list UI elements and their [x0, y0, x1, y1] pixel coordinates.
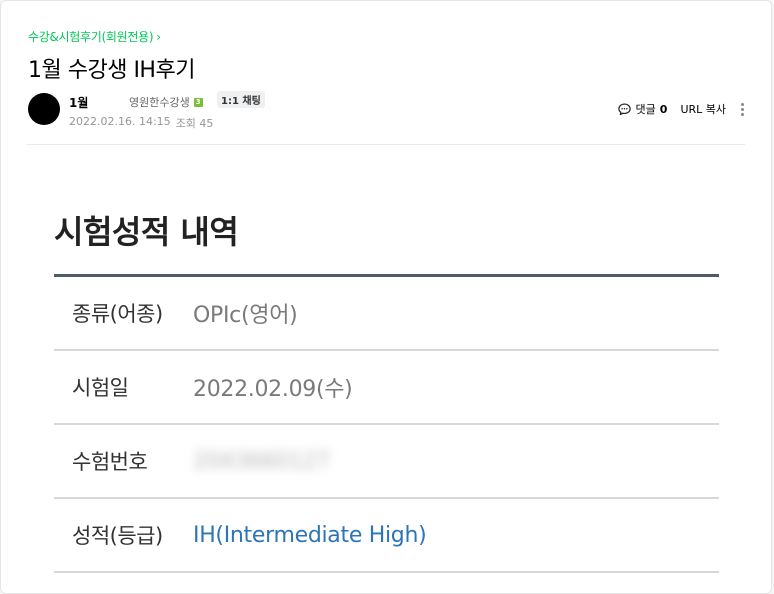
row-label: 종류(어종) [72, 302, 163, 326]
comment-count: 0 [659, 102, 668, 116]
avatar[interactable] [28, 93, 60, 125]
result-row-exam-number: 수험번호 2043660127 [54, 425, 719, 499]
post-meta: 2022.02.16. 14:15 조회 45 [69, 115, 213, 131]
level-badge-icon: 3 [193, 97, 203, 107]
row-label: 시험일 [72, 376, 129, 400]
post-date: 2022.02.16. 14:15 [69, 115, 171, 128]
row-value: 2043660127 [193, 448, 330, 474]
grade-label: 영원한수강생 [129, 96, 190, 109]
exam-result-image: 시험성적 내역 종류(어종) OPIc(영어) 시험일 2022.02.09(수… [27, 165, 747, 593]
result-row-date: 시험일 2022.02.09(수) [54, 351, 719, 425]
url-copy-button[interactable]: URL 복사 [680, 101, 726, 117]
row-label: 수험번호 [72, 450, 148, 474]
comment-label: 댓글 [635, 103, 656, 116]
row-value: IH(Intermediate High) [193, 522, 427, 548]
comment-bubble-icon [617, 102, 631, 115]
header-divider [27, 144, 745, 145]
comment-button[interactable]: 댓글 0 [617, 101, 668, 117]
author-name[interactable]: 1월 [69, 94, 88, 111]
result-row-type: 종류(어종) OPIc(영어) [54, 277, 719, 351]
row-value: OPIc(영어) [193, 303, 298, 328]
member-grade: 영원한수강생 3 [129, 94, 203, 110]
more-options-icon[interactable] [740, 102, 745, 116]
chat-button[interactable]: 1:1 채팅 [217, 91, 265, 108]
view-count: 조회 45 [175, 117, 214, 130]
post-card: 수강&시험후기(회원전용) › 1월 수강생 IH후기 1월 영원한수강생 3 … [0, 0, 772, 594]
board-name[interactable]: 수강&시험후기(회원전용) [28, 28, 154, 45]
board-link[interactable]: 수강&시험후기(회원전용) › [28, 28, 161, 45]
post-title: 1월 수강생 IH후기 [28, 58, 195, 83]
row-value: 2022.02.09(수) [193, 377, 353, 402]
result-row-grade: 성적(등급) IH(Intermediate High) [54, 499, 719, 573]
result-heading: 시험성적 내역 [54, 213, 239, 251]
post-tools: 댓글 0 URL 복사 [617, 101, 745, 117]
row-label: 성적(등급) [72, 524, 163, 548]
chevron-right-icon: › [156, 29, 161, 44]
